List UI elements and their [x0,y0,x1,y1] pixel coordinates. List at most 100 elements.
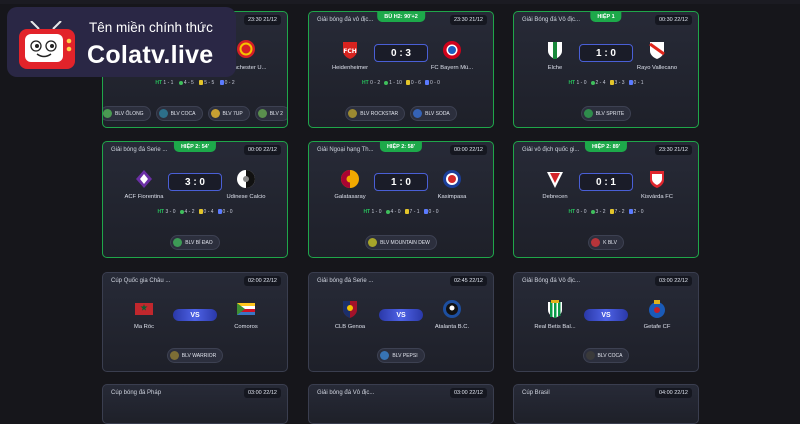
commentator-button[interactable]: BLV COCA [582,348,630,363]
team-logo-kisvarda [647,169,667,189]
commentator-button[interactable]: BLV ỐLONG [103,106,151,121]
league-name: Giải bóng đá vô địc... [317,17,374,23]
brand-logo-panel[interactable]: Tên miền chính thức Colatv.live [7,7,236,77]
match-card[interactable]: Cúp Brasil 04:00 22/12 [513,384,699,424]
avatar [210,109,220,118]
match-status-badge: HIỆP 1 [590,12,622,22]
match-stats: HT 3 - 04 - 20 - 40 - 0 [157,209,233,215]
commentator-list: K BLV [514,235,698,250]
team-logo-morocco [134,299,154,319]
avatar [368,238,378,247]
match-card[interactable]: Giải bóng đá Serie ... HIỆP 2: 54' 00:00… [102,141,288,258]
match-time: 23:30 21/12 [654,145,692,155]
league-name: Cúp Brasil [522,390,550,396]
match-time: 00:30 22/12 [654,15,692,25]
away-team-name: Kasimpasa [437,194,467,200]
match-card[interactable]: Cúp Quốc gia Châu ... 02:00 22/12 Ma Rốc… [102,272,288,372]
commentator-list: BLV ỐLONG BLV COCA BLV 7UP BLV 2 [103,106,287,121]
commentator-button[interactable]: K BLV [588,235,624,250]
match-card[interactable]: Giải Bóng đá Vô địc... HIỆP 1 00:30 22/1… [513,11,699,128]
match-time: 23:30 21/12 [449,15,487,25]
commentator-list: BLV PEPSI [309,348,493,363]
commentator-list: BLV SPRITE [514,106,698,121]
avatar [413,109,423,118]
team-logo-kasimpasa [442,169,462,189]
avatar [583,109,593,118]
commentator-button[interactable]: BLV 2 [254,106,287,121]
commentator-button[interactable]: BLV WARRIOR [166,348,224,363]
avatar [103,109,113,118]
tv-mascot-icon [19,21,75,69]
away-team-name: FC Bayern Mü... [430,65,474,71]
match-card[interactable]: Giải vô địch quốc gi... HIỆP 2: 89' 23:3… [513,141,699,258]
match-time: 00:00 22/12 [243,145,281,155]
match-stats: HT 1 - 04 - 07 - 10 - 0 [363,209,439,215]
team-logo-galatasaray [340,169,360,189]
commentator-button[interactable]: BLV COCA [155,106,203,121]
match-time: 23:30 21/12 [243,15,281,25]
match-card[interactable]: Giải Ngoại hạng Th... HIỆP 2: 58' 00:00 … [308,141,494,258]
match-card[interactable]: Giải Bóng đá Vô địc... 03:00 22/12 Real … [513,272,699,372]
away-team-name: Comoros [234,324,258,330]
league-name: Giải bóng đá Serie ... [111,147,168,153]
match-time: 00:00 22/12 [449,145,487,155]
match-card[interactable]: Giải bóng đá vô địc... BÙ H2: 90'+2 23:3… [308,11,494,128]
avatar [585,351,595,360]
away-team-name: Getafe CF [643,324,671,330]
commentator-button[interactable]: BLV 7UP [207,106,250,121]
team-logo-fiorentina [134,169,154,189]
team-logo-manchester-united [236,39,256,59]
commentator-button[interactable]: BLV ROCKSTAR [345,106,406,121]
away-team-name: Rayo Vallecano [636,65,678,71]
league-name: Cúp bóng đá Pháp [111,390,162,396]
vs-badge: VS [173,309,217,321]
match-status-badge: HIỆP 2: 89' [584,142,628,152]
match-stats: HT 0 - 03 - 27 - 22 - 0 [568,209,644,215]
avatar [348,109,358,118]
match-status-badge: BÙ H2: 90'+2 [377,12,425,22]
match-time: 03:00 22/12 [449,388,487,398]
home-team-name: Elche [547,65,563,71]
match-stats: HT 0 - 21 - 10 0 - 60 - 0 [362,80,440,86]
commentator-list: BLV WARRIOR [103,348,287,363]
score-box: 0 : 1 [579,173,633,191]
away-team-name: Kisvárda FC [641,194,673,200]
team-logo-atalanta [442,299,462,319]
brand-tagline: Tên miền chính thức [89,20,213,35]
brand-name: Colatv.live [87,41,214,69]
league-name: Giải Ngoại hạng Th... [317,147,374,153]
commentator-button[interactable]: BLV PEPSI [377,348,425,363]
score-box: 1 : 0 [374,173,428,191]
match-card[interactable]: Cúp bóng đá Pháp 03:00 22/12 [102,384,288,424]
vs-badge: VS [379,309,423,321]
team-logo-getafe [647,299,667,319]
commentator-button[interactable]: BLV MOUNTAIN DEW [365,235,437,250]
avatar [169,351,179,360]
team-logo-comoros [236,299,256,319]
match-time: 04:00 22/12 [654,388,692,398]
score-box: 1 : 0 [579,44,633,62]
match-time: 02:45 22/12 [449,276,487,286]
match-time: 02:00 22/12 [243,276,281,286]
commentator-button[interactable]: BLV BÍ ĐAO [170,235,220,250]
score-box: 0 : 3 [374,44,428,62]
avatar [158,109,168,118]
match-time: 03:00 22/12 [654,276,692,286]
match-status-badge: HIỆP 2: 54' [173,142,217,152]
match-status-badge: HIỆP 2: 58' [379,142,423,152]
team-logo-real-betis [545,299,565,319]
match-card[interactable]: Giải bóng đá Vô địc... 03:00 22/12 [308,384,494,424]
commentator-button[interactable]: BLV SODA [410,106,457,121]
score-box: 3 : 0 [168,173,222,191]
match-card[interactable]: Giải bóng đá Serie ... 02:45 22/12 CLB G… [308,272,494,372]
league-name: Giải bóng đá Vô địc... [317,390,375,396]
vs-badge: VS [584,309,628,321]
team-logo-heidenheim: FCH [340,40,360,60]
svg-text:FCH: FCH [343,48,357,55]
home-team-name: Galatasaray [334,194,366,200]
commentator-list: BLV COCA [514,348,698,363]
commentator-button[interactable]: BLV SPRITE [580,106,632,121]
commentator-list: BLV BÍ ĐAO [103,235,287,250]
commentator-list: BLV ROCKSTAR BLV SODA [309,106,493,121]
match-stats: HT 1 - 1 4 - 5 5 - 5 0 - 2 [155,80,235,86]
